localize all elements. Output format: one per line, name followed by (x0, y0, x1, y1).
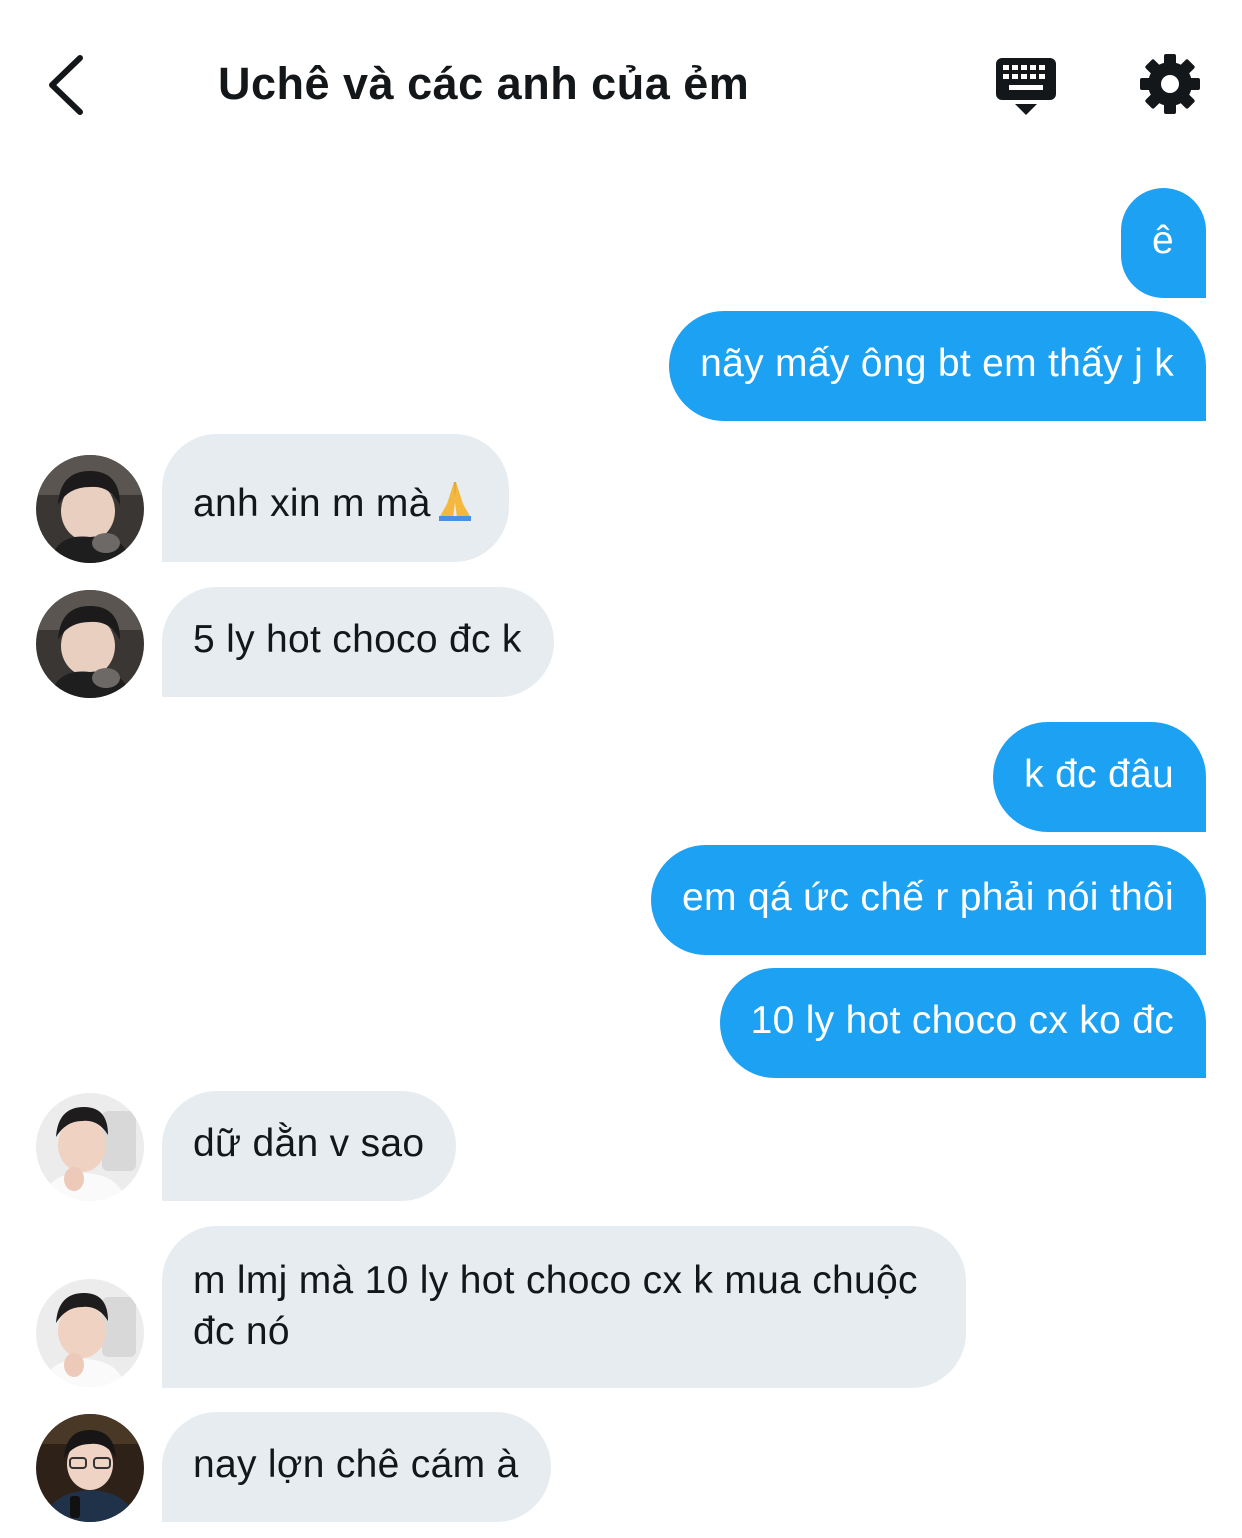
message-text: 5 ly hot choco đc k (193, 618, 522, 661)
outgoing-message[interactable]: em qá ức chế r phải nói thôi (651, 845, 1206, 955)
folded-hands-icon (433, 478, 477, 535)
message-text: m lmj mà 10 ly hot choco cx k mua chuộc … (193, 1259, 918, 1353)
keyboard-icon (996, 58, 1056, 115)
avatar[interactable] (36, 590, 144, 698)
message-text: anh xin m mà (193, 482, 431, 525)
message-text: em qá ức chế r phải nói thôi (682, 876, 1174, 919)
outgoing-message[interactable]: nãy mấy ông bt em thấy j k (669, 311, 1206, 421)
incoming-message[interactable]: m lmj mà 10 ly hot choco cx k mua chuộc … (162, 1226, 966, 1388)
message-text: nãy mấy ông bt em thấy j k (700, 342, 1174, 385)
chevron-left-icon (49, 55, 83, 115)
incoming-message[interactable]: 5 ly hot choco đc k (162, 587, 554, 697)
message-text: dữ dằn v sao (193, 1122, 425, 1165)
outgoing-message[interactable]: 10 ly hot choco cx ko đc (719, 968, 1206, 1078)
avatar[interactable] (36, 1093, 144, 1201)
incoming-message[interactable]: dữ dằn v sao (162, 1091, 457, 1201)
settings-button[interactable] (1138, 52, 1202, 116)
avatar[interactable] (36, 1414, 144, 1522)
back-button[interactable] (38, 52, 98, 118)
avatar[interactable] (36, 455, 144, 563)
outgoing-message[interactable]: k đc đâu (993, 722, 1206, 832)
incoming-message[interactable]: anh xin m mà (162, 434, 509, 562)
chat-header: Uchê và các anh của ẻm (0, 0, 1242, 170)
keyboard-button[interactable] (994, 56, 1058, 118)
incoming-message[interactable]: nay lợn chê cám à (162, 1412, 551, 1522)
outgoing-message[interactable]: ê (1121, 188, 1206, 298)
message-text: ê (1152, 219, 1174, 262)
conversation-title: Uchê và các anh của ẻm (218, 58, 750, 109)
gear-icon (1140, 54, 1200, 114)
message-text: 10 ly hot choco cx ko đc (750, 999, 1174, 1042)
message-text: nay lợn chê cám à (193, 1443, 519, 1486)
avatar[interactable] (36, 1279, 144, 1387)
message-text: k đc đâu (1024, 753, 1174, 796)
